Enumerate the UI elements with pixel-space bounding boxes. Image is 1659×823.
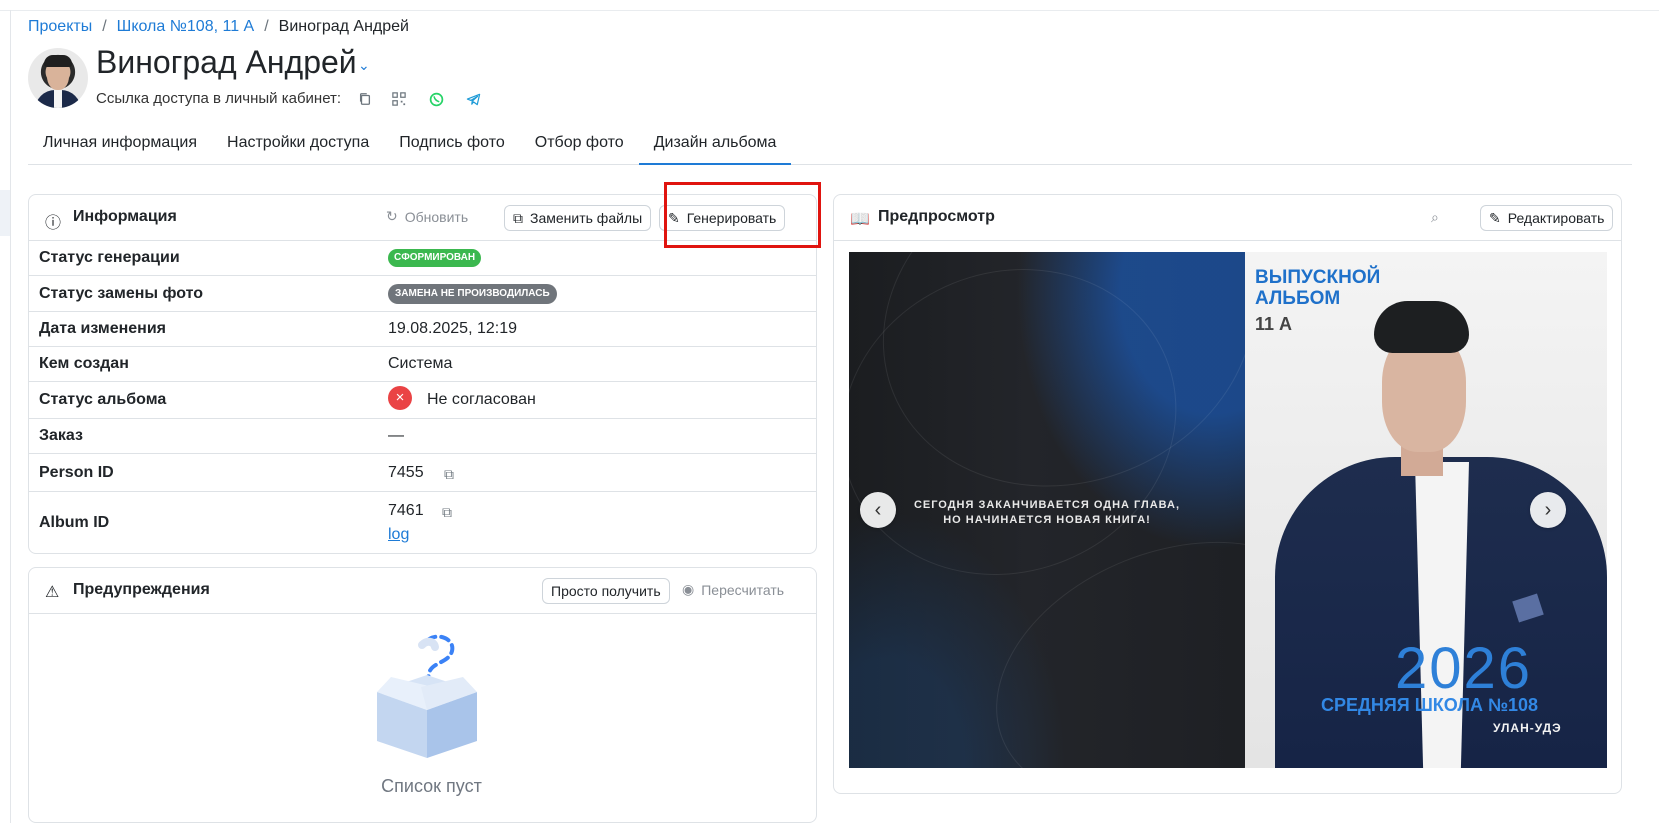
row-label: Дата изменения [39, 320, 166, 337]
table-row: Person ID 7455 ⧉ [29, 454, 816, 492]
warnings-card: ⚠ Предупреждения Просто получить ◉ Перес… [28, 567, 817, 823]
row-label: Статус генерации [39, 249, 180, 266]
empty-state: Список пуст [329, 632, 534, 812]
files-icon: ⧉ [513, 209, 523, 226]
album-left-page: СЕГОДНЯ ЗАКАНЧИВАЕТСЯ ОДНА ГЛАВА, НО НАЧ… [849, 252, 1381, 768]
row-value: Не согласован [427, 391, 536, 408]
qr-code-icon[interactable] [391, 91, 407, 107]
refresh-button[interactable]: ↻ Обновить [386, 208, 468, 225]
portrait-shirt [1415, 462, 1469, 768]
just-get-button[interactable]: Просто получить [542, 578, 670, 604]
warnings-title: Предупреждения [73, 581, 210, 598]
album-year: 2026 [1395, 636, 1533, 701]
refresh-label: Обновить [404, 208, 469, 225]
table-row: Статус альбома × Не согласован [29, 382, 816, 419]
info-title: Информация [73, 208, 177, 225]
telegram-icon[interactable] [465, 91, 481, 107]
empty-box-icon [377, 634, 477, 758]
breadcrumb-separator: / [102, 18, 107, 35]
avatar [28, 48, 88, 108]
whatsapp-icon-svg [429, 92, 443, 106]
album-title: ВЫПУСКНОЙ АЛЬБОМ [1255, 267, 1381, 309]
person-name: Виноград Андрей [96, 44, 357, 80]
tab-access-settings[interactable]: Настройки доступа [212, 128, 384, 165]
status-badge: ЗАМЕНА НЕ ПРОИЗВОДИЛАСЬ [388, 284, 557, 304]
refresh-icon: ↻ [386, 208, 398, 224]
breadcrumb-current: Виноград Андрей [278, 18, 409, 35]
copy-icon-svg [359, 93, 371, 105]
copy-icon[interactable]: ⧉ [444, 466, 454, 483]
table-row: Album ID 7461 ⧉ log [29, 492, 816, 554]
status-badge: СФОРМИРОВАН [388, 249, 482, 267]
avatar-shirt [54, 90, 62, 108]
top-divider [0, 10, 1659, 11]
qr-code-icon-svg [392, 92, 406, 106]
left-rail [10, 10, 11, 823]
row-label: Статус альбома [39, 391, 167, 408]
row-value: 7461 [388, 502, 424, 519]
chevron-down-icon[interactable]: ⌄ [358, 57, 370, 74]
chevron-left-icon[interactable]: ‹ [860, 492, 896, 528]
info-icon: ⓘ [45, 215, 62, 232]
row-value: 19.08.2025, 12:19 [388, 320, 518, 337]
info-card: ⓘ Информация ↻ Обновить ⧉ Заменить файлы… [28, 194, 817, 554]
table-row: Дата изменения 19.08.2025, 12:19 [29, 312, 816, 347]
pencil-icon: ✎ [1489, 209, 1501, 226]
book-icon: 📖 [850, 211, 870, 228]
tab-photo-caption[interactable]: Подпись фото [384, 128, 520, 165]
recalculate-button[interactable]: ◉ Пересчитать [682, 581, 784, 598]
tab-personal-info[interactable]: Личная информация [28, 128, 212, 165]
left-rail-marker [0, 190, 10, 236]
row-label: Album ID [39, 514, 110, 531]
row-value: — [388, 427, 404, 444]
row-label: Кем создан [39, 355, 129, 372]
telegram-icon-svg [466, 93, 480, 105]
chevron-right-icon[interactable]: › [1530, 492, 1566, 528]
edit-button[interactable]: ✎ Редактировать [1480, 205, 1614, 231]
row-value: 7455 [388, 464, 424, 481]
empty-text: Список пуст [381, 776, 482, 796]
album-school: СРЕДНЯЯ ШКОЛА №108 [1321, 695, 1539, 715]
breadcrumb-separator: / [264, 18, 269, 35]
recalculate-label: Пересчитать [701, 581, 785, 598]
preview-card: 📖 Предпросмотр ⌕ ✎ Редактировать СЕГОДНЯ… [833, 194, 1622, 794]
preview-title: Предпросмотр [878, 208, 995, 225]
whatsapp-icon[interactable] [428, 91, 444, 107]
just-get-label: Просто получить [551, 583, 661, 599]
replace-files-label: Заменить файлы [530, 210, 643, 226]
close-icon: × [388, 386, 412, 410]
zoom-in-icon[interactable]: ⌕ [1431, 209, 1439, 226]
album-city: УЛАН-УДЭ [1493, 721, 1562, 735]
access-link-label: Ссылка доступа в личный кабинет: [96, 90, 342, 107]
tabs: Личная информация Настройки доступа Подп… [28, 128, 1632, 165]
album-class: 11 А [1255, 314, 1293, 334]
row-value: Система [388, 355, 453, 372]
table-row: Заказ — [29, 419, 816, 454]
breadcrumb: Проекты / Школа №108, 11 А / Виноград Ан… [28, 18, 409, 36]
highlight-box [664, 182, 821, 248]
row-label: Заказ [39, 427, 83, 444]
row-label: Person ID [39, 464, 114, 481]
warnings-card-header: ⚠ Предупреждения Просто получить ◉ Перес… [29, 568, 816, 614]
eye-icon: ◉ [682, 581, 695, 597]
log-link[interactable]: log [388, 526, 409, 544]
edit-label: Редактировать [1507, 210, 1605, 226]
row-label: Статус замены фото [39, 285, 204, 302]
copy-icon[interactable] [357, 91, 373, 107]
avatar-hair [44, 55, 72, 67]
tab-album-design[interactable]: Дизайн альбома [638, 128, 792, 165]
album-preview: СЕГОДНЯ ЗАКАНЧИВАЕТСЯ ОДНА ГЛАВА, НО НАЧ… [849, 252, 1607, 768]
copy-icon[interactable]: ⧉ [442, 504, 452, 521]
album-quote: СЕГОДНЯ ЗАКАНЧИВАЕТСЯ ОДНА ГЛАВА, НО НАЧ… [913, 499, 1181, 526]
preview-card-header: 📖 Предпросмотр ⌕ ✎ Редактировать [834, 195, 1621, 241]
breadcrumb-school[interactable]: Школа №108, 11 А [117, 18, 255, 36]
breadcrumb-projects[interactable]: Проекты [28, 18, 92, 36]
tab-photo-selection[interactable]: Отбор фото [520, 128, 639, 165]
table-row: Статус замены фото ЗАМЕНА НЕ ПРОИЗВОДИЛА… [29, 276, 816, 312]
table-row: Кем создан Система [29, 347, 816, 382]
warning-icon: ⚠ [45, 584, 60, 601]
replace-files-button[interactable]: ⧉ Заменить файлы [504, 205, 652, 231]
